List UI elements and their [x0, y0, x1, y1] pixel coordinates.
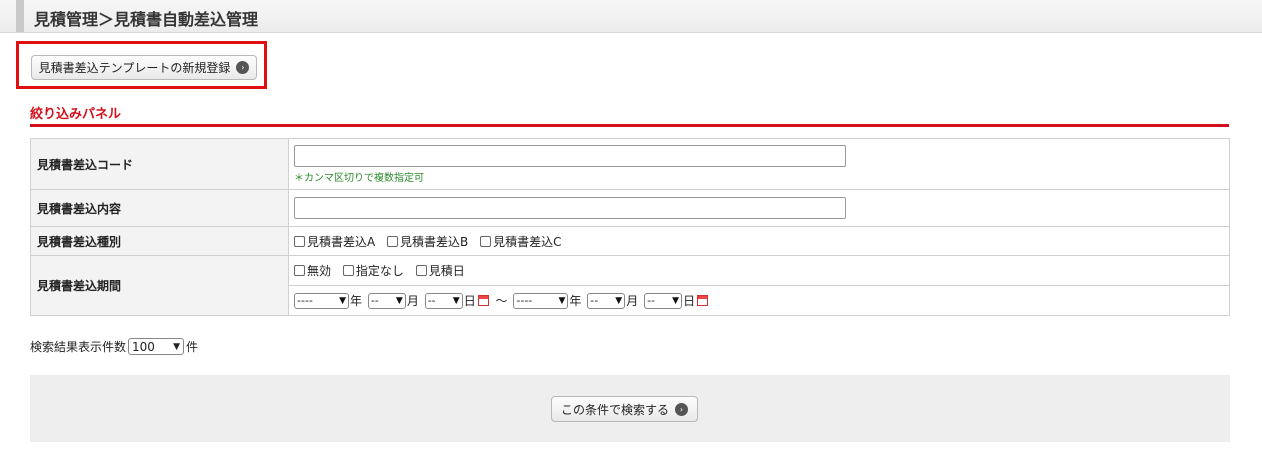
end-month-select[interactable]: -- ▼	[587, 292, 626, 309]
start-day-unit: 日	[463, 294, 476, 308]
period-label: 見積書差込期間	[30, 255, 289, 316]
arrow-right-circle-icon: ›	[236, 61, 250, 74]
period-option-invalid-label: 無効	[307, 264, 332, 278]
end-day-unit: 日	[683, 294, 696, 308]
results-count-row: 検索結果表示件数 100 ▼ 件	[30, 338, 198, 355]
checkbox-icon[interactable]	[342, 265, 354, 276]
period-option-estimate-date-label: 見積日	[428, 264, 465, 278]
calendar-icon[interactable]	[477, 295, 489, 306]
page-header: 見積管理＞見積書自動差込管理	[0, 0, 1262, 33]
filter-panel-divider	[30, 124, 1229, 127]
chevron-down-icon: ▼	[395, 295, 403, 306]
search-button-label: この条件で検索する	[560, 402, 669, 417]
type-option-a-label: 見積書差込A	[307, 234, 376, 249]
start-day-select[interactable]: -- ▼	[424, 292, 463, 309]
type-option-b-label: 見積書差込B	[400, 234, 469, 249]
end-month-unit: 月	[626, 294, 639, 308]
checkbox-icon[interactable]	[294, 265, 305, 276]
end-month-value: --	[590, 294, 599, 307]
start-month-value: --	[370, 294, 379, 307]
period-option-unspecified-label: 指定なし	[355, 264, 404, 278]
page-title: 見積管理＞見積書自動差込管理	[34, 10, 259, 29]
type-checkbox-b[interactable]: 見積書差込B	[387, 233, 468, 250]
period-dates-cell: ---- ▼ 年 -- ▼ 月 -- ▼ 日 ～ ---- ▼ 年 -- ▼ 月 -- ▼ 日	[288, 285, 1230, 316]
new-template-button-label: 見積書差込テンプレートの新規登録	[38, 61, 231, 75]
type-option-c-label: 見積書差込C	[493, 234, 562, 249]
end-day-select[interactable]: -- ▼	[644, 292, 683, 309]
end-year-select[interactable]: ---- ▼	[513, 292, 569, 309]
start-month-select[interactable]: -- ▼	[367, 292, 406, 309]
end-day-value: --	[647, 294, 656, 307]
filter-row-period-options: 見積書差込期間 無効 指定なし 見積日	[30, 255, 1230, 316]
filter-row-code: 見積書差込コード ＊カンマ区切りで複数指定可	[30, 138, 1230, 190]
results-count-suffix: 件	[186, 340, 199, 354]
filter-row-type: 見積書差込種別 見積書差込A 見積書差込B 見積書差込C	[30, 226, 1230, 256]
end-year-unit: 年	[569, 294, 582, 308]
search-area: この条件で検索する ›	[30, 375, 1230, 442]
chevron-down-icon: ▼	[615, 295, 623, 306]
start-day-value: --	[427, 294, 436, 307]
end-year-value: ----	[516, 294, 533, 307]
content-field-cell	[288, 189, 1230, 227]
type-checkbox-c[interactable]: 見積書差込C	[480, 233, 562, 250]
results-count-select[interactable]: 100 ▼	[128, 338, 185, 355]
new-template-button[interactable]: 見積書差込テンプレートの新規登録 ›	[31, 55, 257, 80]
filter-row-content: 見積書差込内容	[30, 189, 1230, 227]
chevron-down-icon: ▼	[672, 295, 680, 306]
code-label: 見積書差込コード	[30, 138, 289, 190]
start-year-unit: 年	[350, 294, 363, 308]
checkbox-icon[interactable]	[415, 265, 427, 276]
calendar-icon[interactable]	[697, 295, 709, 306]
content-label: 見積書差込内容	[30, 189, 289, 227]
start-month-unit: 月	[406, 294, 419, 308]
search-button[interactable]: この条件で検索する ›	[551, 396, 698, 422]
start-year-value: ----	[297, 294, 313, 307]
period-checkbox-unspecified[interactable]: 指定なし	[342, 262, 404, 279]
content-input[interactable]	[294, 197, 846, 219]
start-year-select[interactable]: ---- ▼	[294, 292, 349, 309]
period-options-cell: 無効 指定なし 見積日	[288, 255, 1230, 286]
filter-panel-title: 絞り込みパネル	[30, 107, 122, 122]
header-accent-bar	[16, 0, 24, 32]
range-separator: ～	[495, 294, 508, 308]
type-checkbox-a[interactable]: 見積書差込A	[294, 233, 375, 250]
chevron-down-icon: ▼	[452, 295, 460, 306]
arrow-right-circle-icon: ›	[675, 402, 688, 416]
chevron-down-icon: ▼	[558, 295, 566, 306]
period-checkbox-invalid[interactable]: 無効	[294, 262, 331, 279]
code-field-cell: ＊カンマ区切りで複数指定可	[288, 138, 1230, 190]
type-field-cell: 見積書差込A 見積書差込B 見積書差込C	[288, 226, 1230, 256]
code-input[interactable]	[294, 144, 846, 167]
results-count-value: 100	[132, 339, 155, 354]
chevron-down-icon: ▼	[339, 295, 346, 306]
type-label: 見積書差込種別	[30, 226, 289, 256]
checkbox-icon[interactable]	[480, 235, 492, 247]
checkbox-icon[interactable]	[294, 235, 305, 247]
results-count-label: 検索結果表示件数	[30, 340, 127, 354]
filter-table: 見積書差込コード ＊カンマ区切りで複数指定可 見積書差込内容 見積書差込種別 見…	[30, 138, 1230, 316]
checkbox-icon[interactable]	[387, 235, 399, 247]
code-input-note: ＊カンマ区切りで複数指定可	[294, 172, 424, 184]
chevron-down-icon: ▼	[173, 341, 181, 352]
period-checkbox-estimate-date[interactable]: 見積日	[415, 262, 465, 279]
